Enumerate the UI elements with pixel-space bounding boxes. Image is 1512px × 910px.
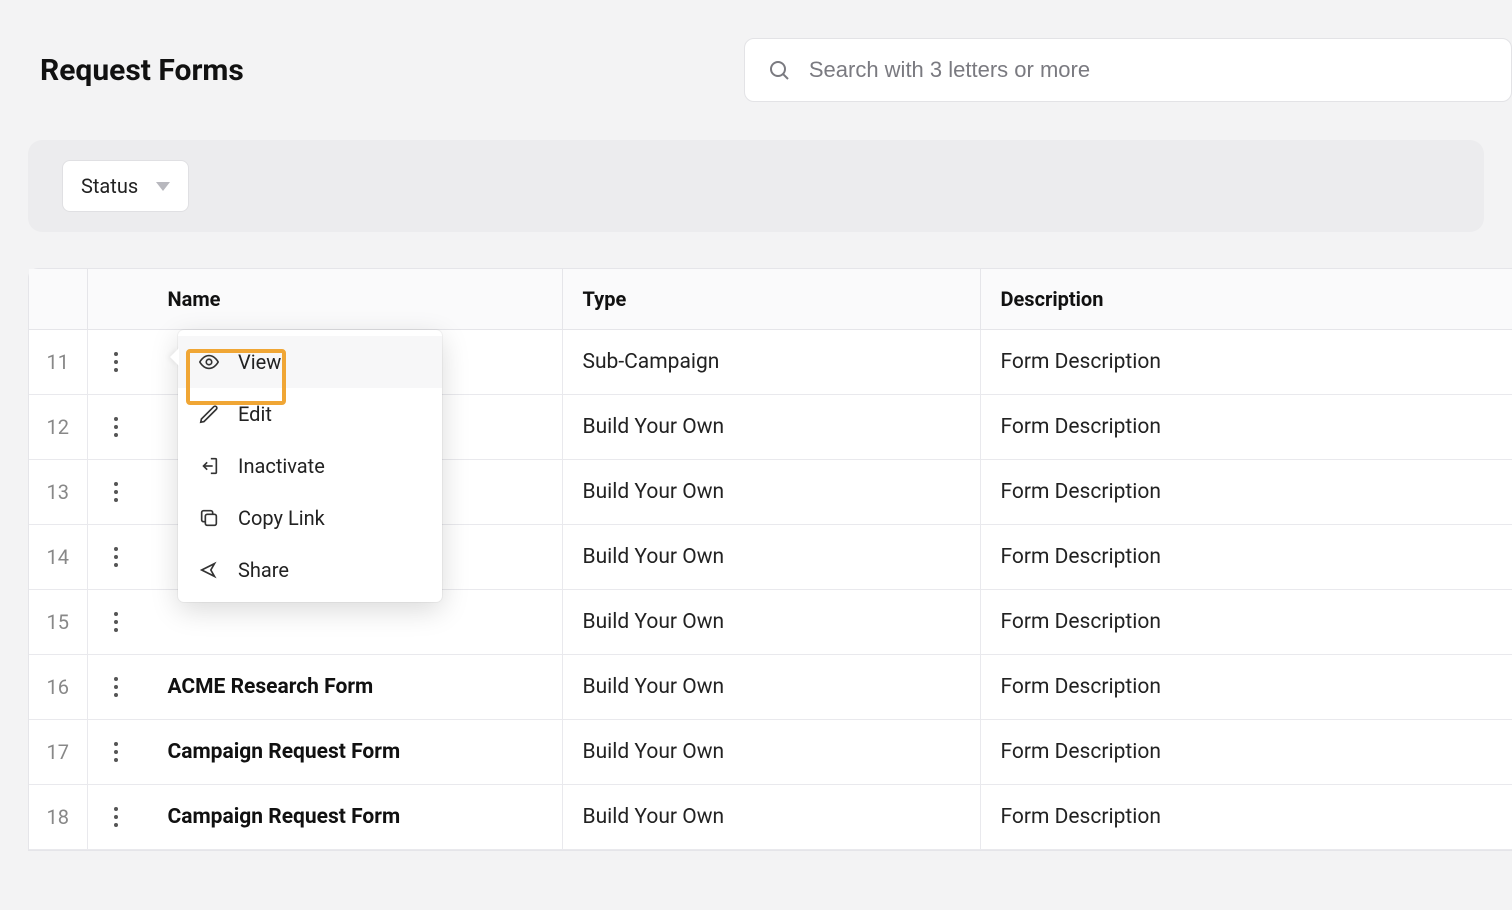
status-filter-label: Status (81, 174, 138, 198)
copy-icon (198, 507, 220, 529)
row-number: 17 (29, 720, 87, 785)
column-header-type[interactable]: Type (562, 269, 980, 330)
menu-item-view-label: View (238, 350, 281, 374)
row-number: 14 (29, 525, 87, 590)
cell-type: Build Your Own (562, 720, 980, 785)
cell-type: Build Your Own (562, 655, 980, 720)
table-row: 16 ACME Research Form Build Your OwnForm D… (29, 655, 1512, 720)
column-header-name[interactable]: Name (87, 269, 562, 330)
cell-name[interactable]: ACME Research Form (87, 655, 562, 720)
menu-item-inactivate[interactable]: Inactivate (178, 440, 442, 492)
row-number: 15 (29, 590, 87, 655)
row-actions-menu-button[interactable] (104, 671, 128, 703)
menu-item-copy-link-label: Copy Link (238, 506, 325, 530)
column-header-number (29, 269, 87, 330)
table-row: 17 Campaign Request Form Build Your OwnFor… (29, 720, 1512, 785)
search-box[interactable] (744, 38, 1512, 102)
row-number: 13 (29, 460, 87, 525)
cell-type: Build Your Own (562, 460, 980, 525)
cell-description: Form Description (980, 720, 1512, 785)
row-actions-menu-button[interactable] (104, 606, 128, 638)
page-title: Request Forms (40, 53, 244, 88)
menu-item-share[interactable]: Share (178, 544, 442, 596)
row-number: 11 (29, 330, 87, 395)
search-input[interactable] (809, 57, 1489, 83)
row-actions-menu-button[interactable] (104, 411, 128, 443)
cell-description: Form Description (980, 395, 1512, 460)
cell-type: Build Your Own (562, 785, 980, 850)
menu-item-share-label: Share (238, 558, 289, 582)
cell-description: Form Description (980, 590, 1512, 655)
search-icon (767, 58, 791, 82)
row-context-menu: View Edit Inactivate Copy Link Share (178, 330, 442, 602)
eye-icon (198, 351, 220, 373)
row-actions-menu-button[interactable] (104, 801, 128, 833)
row-actions-menu-button[interactable] (104, 476, 128, 508)
menu-item-edit[interactable]: Edit (178, 388, 442, 440)
menu-item-copy-link[interactable]: Copy Link (178, 492, 442, 544)
menu-item-edit-label: Edit (238, 402, 272, 426)
form-name: Campaign Request Form (168, 805, 401, 829)
table-row: 18 Campaign Request Form Build Your OwnFor… (29, 785, 1512, 850)
menu-pointer (170, 348, 179, 366)
row-actions-menu-button[interactable] (104, 346, 128, 378)
cell-type: Build Your Own (562, 525, 980, 590)
pencil-icon (198, 403, 220, 425)
cell-type: Build Your Own (562, 395, 980, 460)
cell-type: Build Your Own (562, 590, 980, 655)
cell-type: Sub-Campaign (562, 330, 980, 395)
filter-bar: Status (28, 140, 1484, 232)
row-number: 18 (29, 785, 87, 850)
cell-name[interactable]: Campaign Request Form (87, 785, 562, 850)
menu-item-inactivate-label: Inactivate (238, 454, 325, 478)
cell-description: Form Description (980, 330, 1512, 395)
form-name: Campaign Request Form (168, 740, 401, 764)
cell-name[interactable]: Campaign Request Form (87, 720, 562, 785)
form-name: ACME Research Form (168, 675, 374, 699)
logout-icon (198, 455, 220, 477)
cell-description: Form Description (980, 525, 1512, 590)
status-filter-select[interactable]: Status (62, 160, 189, 212)
cell-description: Form Description (980, 785, 1512, 850)
cell-description: Form Description (980, 460, 1512, 525)
menu-item-view[interactable]: View (178, 336, 442, 388)
row-number: 12 (29, 395, 87, 460)
share-icon (198, 559, 220, 581)
column-header-description[interactable]: Description (980, 269, 1512, 330)
chevron-down-icon (156, 182, 170, 191)
row-number: 16 (29, 655, 87, 720)
row-actions-menu-button[interactable] (104, 541, 128, 573)
cell-description: Form Description (980, 655, 1512, 720)
row-actions-menu-button[interactable] (104, 736, 128, 768)
